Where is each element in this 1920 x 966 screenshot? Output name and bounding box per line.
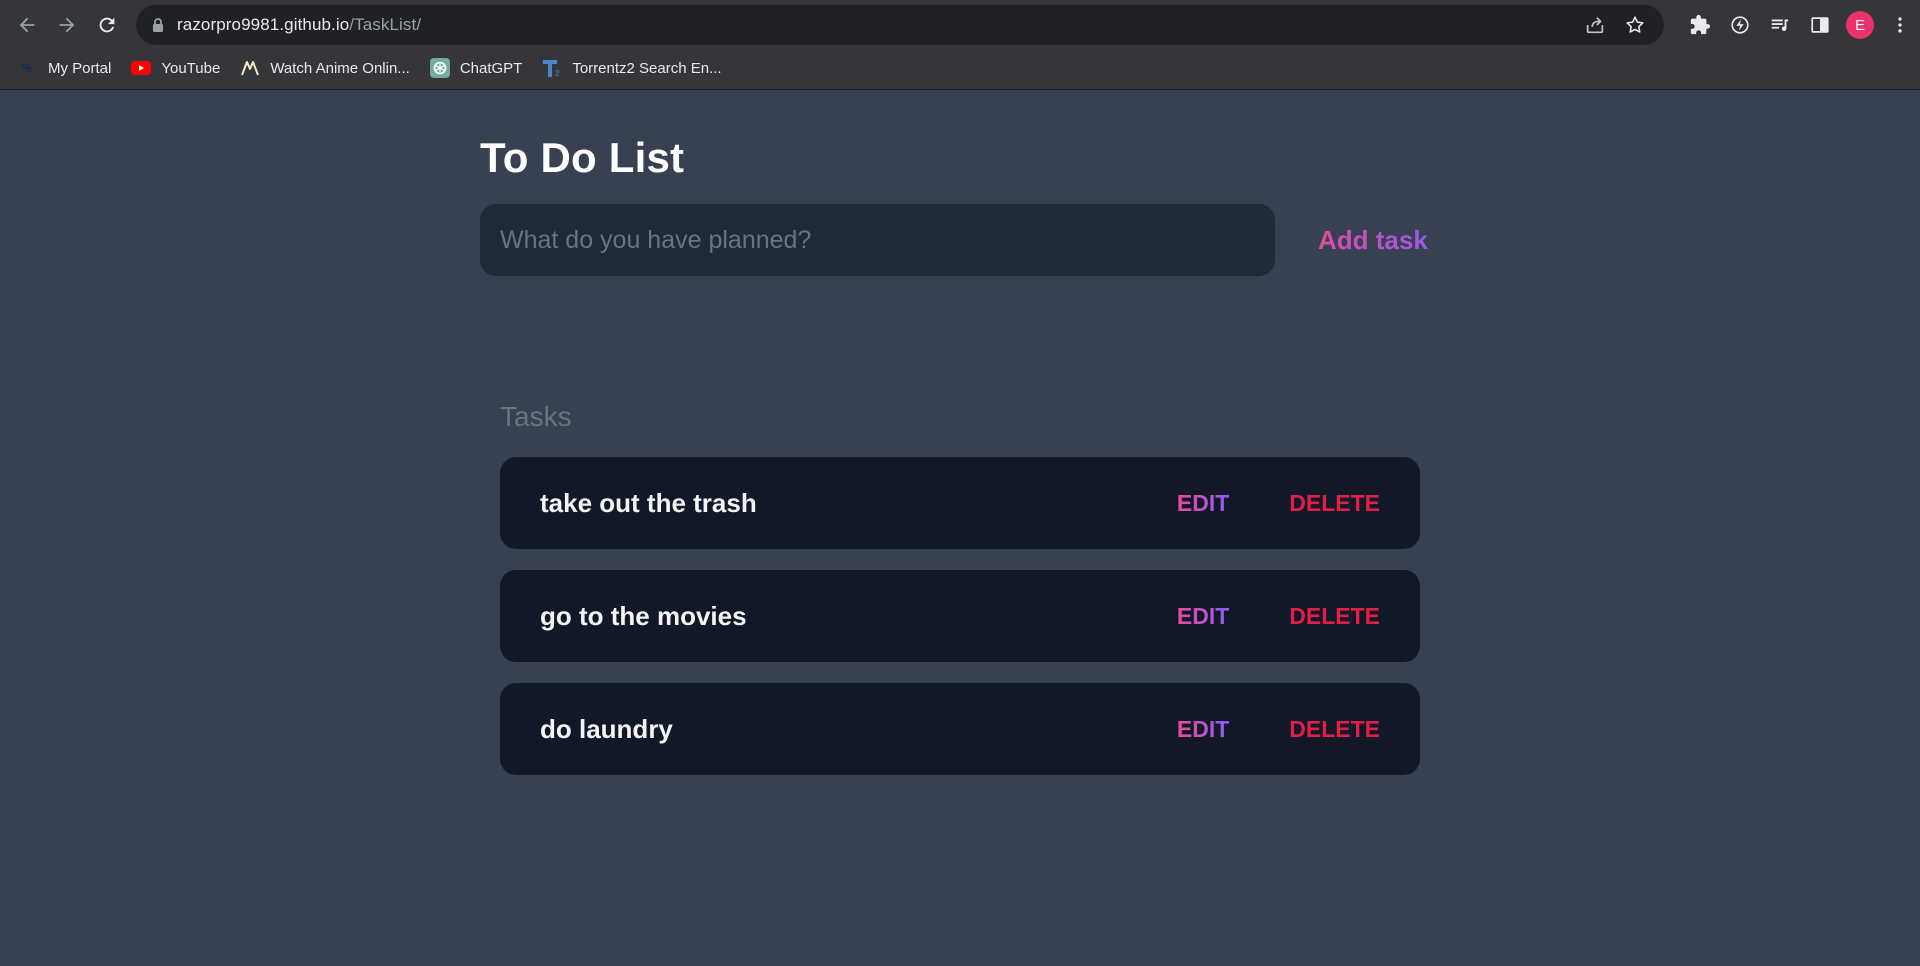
url-text: razorpro9981.github.io/TaskList/ (177, 15, 421, 35)
reload-icon (99, 17, 115, 32)
address-bar-actions (1584, 14, 1646, 36)
back-button[interactable] (7, 5, 47, 45)
youtube-icon (131, 58, 152, 78)
page-title: To Do List (480, 134, 685, 181)
task-text[interactable]: take out the trash (540, 488, 1177, 519)
task-text[interactable]: do laundry (540, 714, 1177, 745)
edit-button[interactable]: EDIT (1177, 603, 1229, 630)
torrentz-icon: 2 (542, 58, 562, 78)
bookmark-my-portal[interactable]: My Portal (18, 53, 111, 83)
delete-button[interactable]: DELETE (1289, 490, 1380, 517)
task-item: go to the movies EDIT DELETE (500, 570, 1420, 662)
edit-button[interactable]: EDIT (1177, 716, 1229, 743)
delete-button[interactable]: DELETE (1289, 603, 1380, 630)
forward-button[interactable] (47, 5, 87, 45)
tasks-heading: Tasks (500, 401, 572, 432)
page-content: To Do List Add task Tasks take out the t… (0, 90, 1920, 966)
avatar: E (1846, 11, 1874, 39)
extensions-button[interactable] (1680, 5, 1720, 45)
url-host: razorpro9981.github.io (177, 15, 350, 34)
bookmark-chatgpt[interactable]: ChatGPT (429, 53, 523, 83)
arrow-left-icon (19, 17, 35, 32)
task-item: do laundry EDIT DELETE (500, 683, 1420, 775)
add-task-button[interactable]: Add task (1300, 204, 1446, 276)
reload-button[interactable] (87, 5, 127, 45)
bookmark-label: Watch Anime Onlin... (270, 59, 410, 77)
side-panel-button[interactable] (1800, 5, 1840, 45)
bookmark-label: ChatGPT (459, 59, 523, 77)
lock-icon (153, 18, 163, 32)
profile-button[interactable]: E (1840, 5, 1880, 45)
bookmark-label: My Portal (48, 59, 112, 77)
bookmarks-bar: My Portal YouTube Watch Anime Onlin... C… (0, 53, 742, 83)
portal-icon (18, 58, 38, 78)
svg-text:2: 2 (555, 69, 560, 78)
star-icon[interactable] (1624, 14, 1646, 36)
bookmark-label: YouTube (161, 59, 221, 77)
edit-button[interactable]: EDIT (1177, 490, 1229, 517)
new-task-input[interactable] (480, 204, 1275, 276)
task-text[interactable]: go to the movies (540, 601, 1177, 632)
url-path: /TaskList/ (349, 15, 422, 34)
browser-extensions: E (1680, 5, 1920, 45)
bookmark-youtube[interactable]: YouTube (131, 53, 220, 83)
share-icon[interactable] (1584, 14, 1606, 36)
bookmark-watch-anime[interactable]: Watch Anime Onlin... (240, 53, 410, 83)
chatgpt-icon (429, 58, 450, 78)
extension-button[interactable] (1720, 5, 1760, 45)
anime-icon (240, 58, 260, 78)
arrow-right-icon (59, 17, 75, 32)
menu-button[interactable] (1880, 5, 1920, 45)
task-list: take out the trash EDIT DELETE go to the… (500, 457, 1420, 796)
task-item: take out the trash EDIT DELETE (500, 457, 1420, 549)
playlist-icon (1771, 19, 1789, 31)
kebab-menu-icon (1898, 17, 1902, 33)
bookmark-label: Torrentz2 Search En... (572, 59, 722, 77)
browser-chrome: razorpro9981.github.io/TaskList/ E My Po… (0, 0, 1920, 90)
media-button[interactable] (1760, 5, 1800, 45)
puzzle-icon (1690, 14, 1711, 35)
bolt-circle-icon (1731, 16, 1749, 34)
bookmark-torrentz[interactable]: 2 Torrentz2 Search En... (542, 53, 722, 83)
delete-button[interactable]: DELETE (1289, 716, 1380, 743)
address-bar[interactable]: razorpro9981.github.io/TaskList/ (136, 5, 1664, 45)
side-panel-icon (1811, 17, 1829, 33)
